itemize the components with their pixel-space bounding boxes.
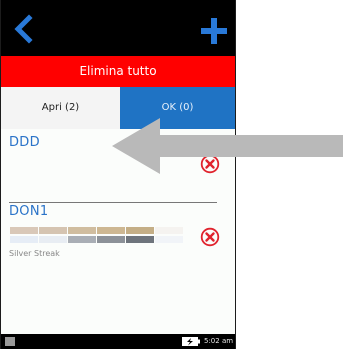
arrow-left-icon <box>112 118 343 174</box>
divider <box>9 202 217 203</box>
item-name-don1[interactable]: DON1 <box>9 204 48 219</box>
chevron-left-icon[interactable] <box>10 14 36 44</box>
color-swatch-strip <box>10 227 184 245</box>
swatch <box>155 236 183 243</box>
swatch <box>68 227 96 234</box>
swatch <box>97 236 125 243</box>
swatch <box>10 227 38 234</box>
swatch <box>68 236 96 243</box>
status-time: 5:02 am <box>204 337 234 345</box>
swatch <box>155 227 183 234</box>
tab-open[interactable]: Apri (2) <box>1 87 120 129</box>
color-name-label: Silver Streak <box>9 249 60 258</box>
swatch <box>126 227 154 234</box>
swatch <box>39 236 67 243</box>
status-bar: 5:02 am <box>1 334 235 349</box>
notification-thumbnail-icon <box>5 337 15 346</box>
item-name-ddd[interactable]: DDD <box>9 135 40 150</box>
plus-icon[interactable] <box>201 18 227 44</box>
remove-circle-icon[interactable] <box>200 227 220 247</box>
delete-all-button[interactable]: Elimina tutto <box>1 56 235 87</box>
battery-charging-icon <box>182 337 200 346</box>
phone-screen: Elimina tutto Apri (2) OK (0) DDD DON1 S… <box>0 0 236 349</box>
top-app-bar <box>1 0 235 56</box>
swatch <box>97 227 125 234</box>
swatch <box>39 227 67 234</box>
swatch <box>126 236 154 243</box>
swatch <box>10 236 38 243</box>
